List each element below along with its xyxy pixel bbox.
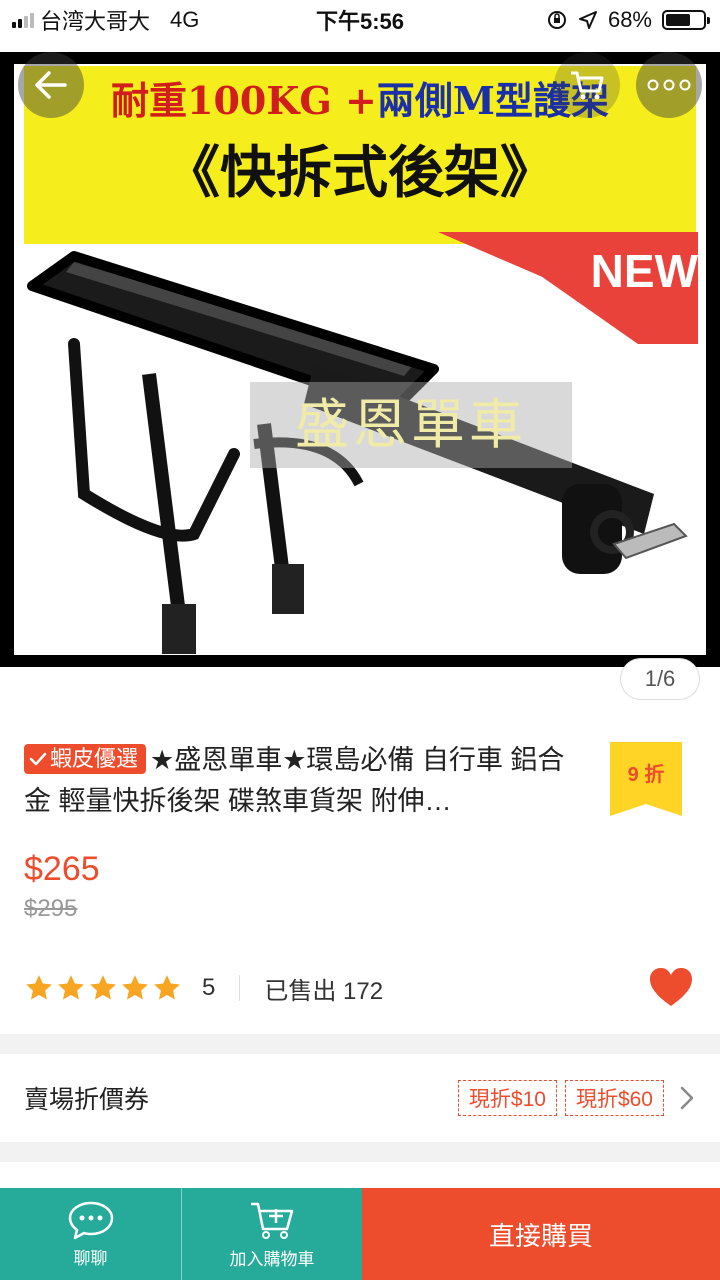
like-button[interactable] xyxy=(648,966,694,1008)
status-right: 68% xyxy=(546,7,710,33)
back-button[interactable] xyxy=(18,52,84,118)
cart-button[interactable] xyxy=(554,52,620,118)
voucher-chips: 現折$10 現折$60 xyxy=(457,1080,664,1116)
product-image: 耐重100KG +兩側M型護架 《快拆式後架》 NEW 盛恩單車 xyxy=(14,64,706,655)
star-icon xyxy=(58,975,84,1000)
voucher-row[interactable]: 賣場折價券 現折$10 現折$60 xyxy=(0,1054,720,1142)
chat-icon xyxy=(68,1201,113,1239)
status-left: 台湾大哥大 4G xyxy=(0,4,199,36)
star-icon xyxy=(154,975,180,1000)
add-to-cart-label: 加入購物車 xyxy=(229,1249,315,1269)
battery-percent: 68% xyxy=(607,7,652,32)
discount-badge: 9 折 xyxy=(610,742,682,816)
add-to-cart-button[interactable]: 加入購物車 xyxy=(181,1188,362,1280)
section-divider xyxy=(0,1142,720,1162)
more-icon xyxy=(647,79,691,91)
status-bar: 台湾大哥大 4G 下午5:56 68% xyxy=(0,0,720,40)
buy-now-label: 直接購買 xyxy=(488,1220,593,1251)
voucher-chip[interactable]: 現折$60 xyxy=(564,1080,664,1116)
cart-icon xyxy=(571,71,604,100)
chevron-right-icon xyxy=(680,1086,694,1110)
rating-row: 5 已售出 172 xyxy=(24,968,383,1008)
image-page-indicator: 1/6 xyxy=(620,658,700,700)
network-type: 4G xyxy=(170,7,200,32)
more-options-button[interactable] xyxy=(636,52,702,118)
rating-value: 5 xyxy=(202,974,216,1001)
check-icon xyxy=(29,752,47,766)
carrier-name: 台湾大哥大 xyxy=(40,9,151,34)
battery-fill xyxy=(666,14,691,26)
bottom-action-bar: 聊聊 加入購物車 直接購買 xyxy=(0,1188,720,1280)
signal-icon xyxy=(12,12,34,28)
chat-label: 聊聊 xyxy=(73,1248,108,1268)
product-price: $265 xyxy=(24,850,100,888)
star-icon xyxy=(90,975,116,1000)
rotation-lock-icon xyxy=(547,11,566,29)
preferred-badge-label: 蝦皮優選 xyxy=(50,746,139,771)
original-price: $295 xyxy=(24,895,78,922)
chat-button[interactable]: 聊聊 xyxy=(0,1188,181,1280)
voucher-label: 賣場折價券 xyxy=(24,1086,150,1114)
product-title-block: 蝦皮優選 ★盛恩單車★環島必備 自行車 鋁合金 輕量快拆後架 碟煞車貨架 附伸… xyxy=(24,740,584,822)
preferred-badge: 蝦皮優選 xyxy=(24,744,147,774)
discount-text: 9 折 xyxy=(627,764,665,786)
voucher-chip[interactable]: 現折$10 xyxy=(457,1080,557,1116)
image-watermark: 盛恩單車 xyxy=(250,382,572,468)
banner-line-1-red: 耐重100KG + xyxy=(111,78,377,123)
back-arrow-icon xyxy=(35,71,67,99)
sold-count: 已售出 172 xyxy=(264,977,384,1005)
star-icon xyxy=(122,975,148,1000)
section-divider xyxy=(0,1034,720,1054)
product-image-carousel[interactable]: 耐重100KG +兩側M型護架 《快拆式後架》 NEW 盛恩單車 xyxy=(0,52,720,667)
star-icon xyxy=(26,975,52,1000)
rating-stars xyxy=(24,973,182,1003)
battery-icon xyxy=(662,10,710,30)
location-arrow-icon xyxy=(578,11,597,29)
add-to-cart-icon xyxy=(251,1202,294,1239)
buy-now-button[interactable]: 直接購買 xyxy=(362,1188,720,1280)
divider xyxy=(239,975,241,1001)
heart-icon xyxy=(650,968,692,1006)
